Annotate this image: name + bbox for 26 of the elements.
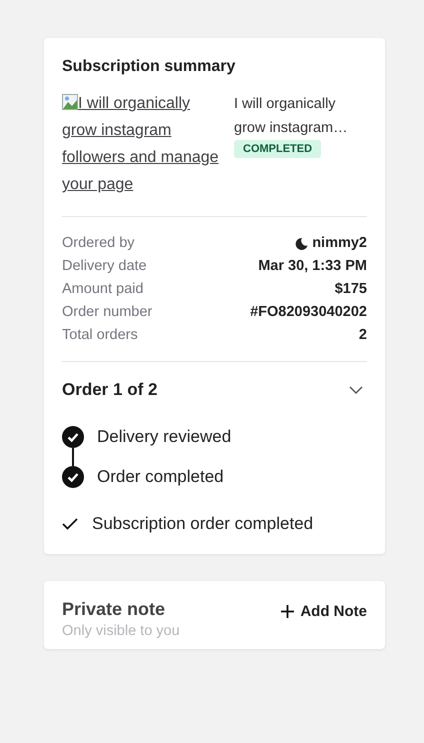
detail-value: $175 (334, 281, 367, 297)
status-badge: COMPLETED (234, 140, 322, 158)
image-link[interactable]: I will organically grow instagram followers and manage your page (62, 90, 220, 198)
plus-icon (281, 605, 294, 618)
detail-value: #FO82093040202 (250, 304, 367, 320)
order-title: Order 1 of 2 (62, 380, 158, 400)
detail-value: Mar 30, 1:33 PM (258, 258, 367, 274)
check-icon (62, 518, 78, 530)
broken-image-icon (62, 94, 78, 110)
detail-label: Total orders (62, 327, 138, 343)
card-title: Subscription summary (62, 58, 236, 76)
step-label: Delivery reviewed (97, 427, 232, 447)
step-label: Order completed (97, 467, 224, 487)
note-subtitle: Only visible to you (62, 623, 180, 639)
note-title: Private note (62, 599, 166, 620)
detail-label: Amount paid (62, 281, 144, 297)
username[interactable]: nimmy2 (312, 235, 367, 251)
chevron-down-icon[interactable] (349, 386, 363, 394)
detail-value: 2 (358, 327, 367, 343)
add-note-button[interactable]: Add Note (281, 599, 367, 624)
detail-label: Delivery date (62, 258, 147, 274)
detail-label: Order number (62, 304, 152, 320)
moon-icon (295, 236, 308, 250)
gig-title: I will organically grow instagram… (234, 95, 349, 138)
status-text: Subscription order completed (92, 514, 314, 534)
detail-label: Ordered by (62, 235, 135, 251)
